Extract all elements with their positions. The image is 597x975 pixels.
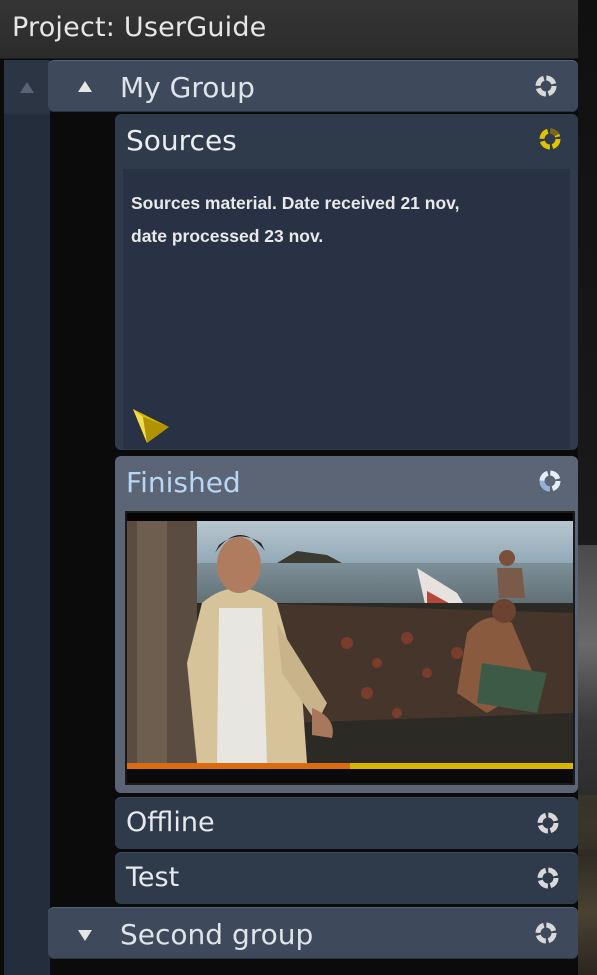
background-viewer-edge: [578, 0, 597, 975]
group-label: Second group: [120, 918, 314, 951]
thumbnail-image: [127, 513, 573, 783]
spinner-ring-icon: [537, 812, 559, 834]
group-row-second-group[interactable]: Second group: [48, 907, 578, 959]
note-flag-icon[interactable]: [131, 397, 171, 445]
background-image-slice: [578, 850, 597, 975]
left-rail: [4, 60, 50, 975]
folder-header[interactable]: Finished: [115, 456, 578, 508]
folder-sources[interactable]: Sources Sources material. Date received …: [115, 114, 578, 450]
folder-test[interactable]: Test: [115, 852, 578, 904]
note-line: Sources material. Date received 21 nov,: [131, 193, 460, 213]
folder-finished[interactable]: Finished: [115, 456, 578, 793]
spinner-ring-icon: [535, 75, 557, 97]
spinner-ring-icon: [539, 470, 561, 492]
background-image-slice: [578, 545, 597, 795]
folder-label: Sources: [126, 124, 237, 157]
note-line: date processed 23 nov.: [131, 226, 324, 246]
collapse-arrow-icon[interactable]: [78, 81, 92, 92]
spinner-ring-icon: [537, 867, 559, 889]
folder-offline[interactable]: Offline: [115, 797, 578, 849]
group-row-my-group[interactable]: My Group: [48, 60, 578, 112]
folder-label: Finished: [126, 466, 241, 499]
spinner-ring-icon: [535, 922, 557, 944]
folder-note[interactable]: Sources material. Date received 21 nov, …: [123, 169, 570, 449]
spinner-ring-icon: [539, 128, 561, 150]
note-text: Sources material. Date received 21 nov, …: [131, 187, 571, 253]
expand-arrow-icon[interactable]: [78, 930, 92, 941]
project-header: Project: UserGuide: [0, 0, 578, 59]
collapse-all-button[interactable]: [4, 60, 50, 114]
group-label: My Group: [120, 71, 255, 104]
clip-thumbnail[interactable]: [125, 511, 575, 785]
folder-header[interactable]: Sources: [115, 114, 578, 166]
project-title: Project: UserGuide: [12, 12, 267, 43]
folder-label: Offline: [126, 807, 215, 838]
triangle-up-icon: [20, 81, 34, 93]
folder-label: Test: [126, 862, 180, 893]
